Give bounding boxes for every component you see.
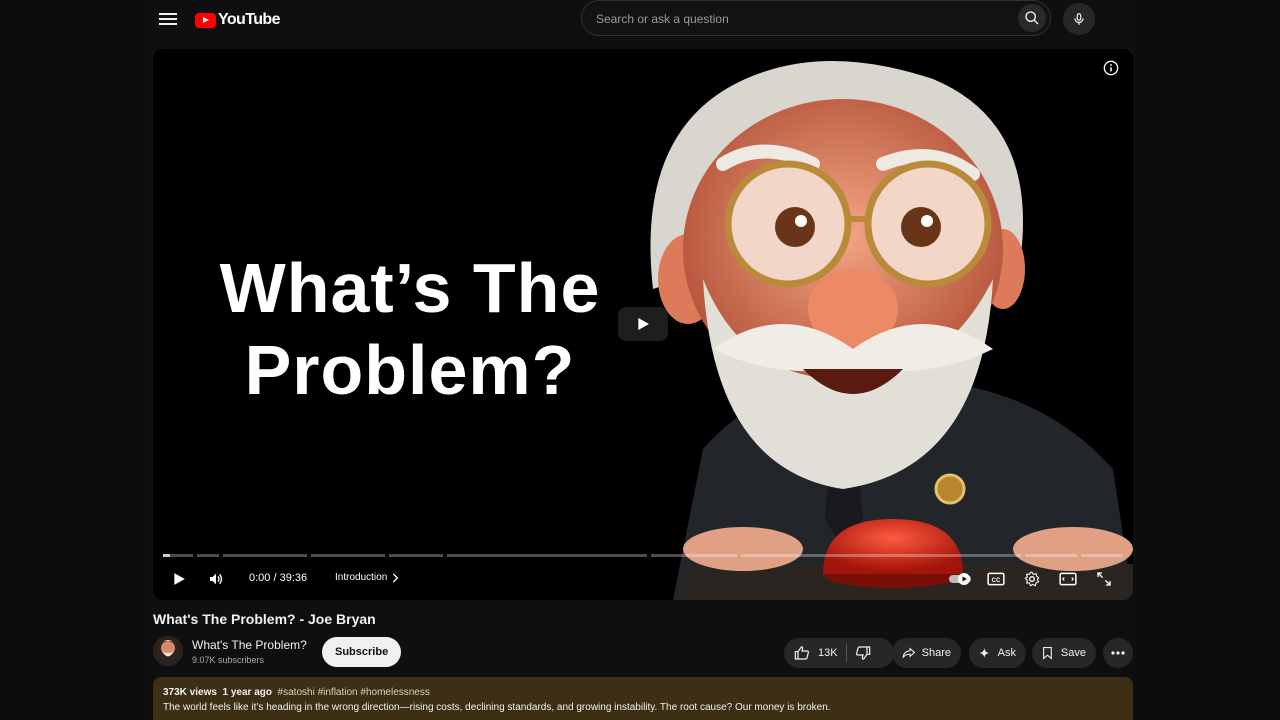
theater-mode-icon <box>1059 572 1077 586</box>
share-icon <box>902 647 916 658</box>
chapter-segment <box>447 554 647 557</box>
search-icon <box>1025 11 1039 25</box>
more-actions-button[interactable] <box>1103 638 1133 668</box>
gear-icon <box>1024 571 1040 587</box>
hashtag-link[interactable]: #homelessness <box>360 687 429 698</box>
sparkle-icon <box>979 648 990 658</box>
share-button[interactable]: Share <box>892 638 961 668</box>
video-player[interactable]: What’s The Problem? 0:00 / 39:36 Introdu… <box>153 49 1133 600</box>
fullscreen-button[interactable] <box>1093 568 1115 590</box>
chevron-right-icon <box>393 573 399 582</box>
left-margin <box>0 0 143 720</box>
upload-age: 1 year ago <box>222 687 272 698</box>
play-button[interactable] <box>169 568 189 590</box>
ask-button[interactable]: Ask <box>969 638 1026 668</box>
volume-button[interactable] <box>205 568 227 590</box>
time-display: 0:00 / 39:36 <box>249 572 308 584</box>
youtube-logo[interactable]: YouTube <box>195 10 280 30</box>
subscriber-count: 9.07K subscribers <box>192 655 265 665</box>
progress-played <box>163 554 170 557</box>
channel-name[interactable]: What's The Problem? <box>192 638 307 652</box>
subscribe-button[interactable]: Subscribe <box>322 637 402 667</box>
video-title: What's The Problem? - Joe Bryan <box>153 611 376 627</box>
view-count: 373K views <box>163 687 217 698</box>
more-horizontal-icon <box>1111 651 1125 655</box>
like-divider <box>845 644 847 662</box>
search-button[interactable] <box>1018 4 1046 32</box>
progress-bar[interactable] <box>163 554 1123 557</box>
voice-search-button[interactable] <box>1063 3 1095 35</box>
youtube-play-icon <box>195 12 216 28</box>
like-count: 13K <box>818 647 838 659</box>
player-controls: 0:00 / 39:36 Introduction CC <box>153 564 1133 594</box>
avatar-image <box>153 636 183 666</box>
chapter-segment <box>741 554 1021 557</box>
save-label: Save <box>1060 647 1086 659</box>
chapter-title: Introduction <box>335 572 388 583</box>
microphone-icon <box>1074 13 1084 25</box>
chapter-segment <box>651 554 737 557</box>
hashtag-link[interactable]: #satoshi <box>278 687 315 698</box>
like-button[interactable]: 13K <box>794 645 838 661</box>
ask-label: Ask <box>997 647 1016 659</box>
dislike-button[interactable] <box>855 645 871 661</box>
thumbnail-title: What’s The Problem? <box>175 247 645 411</box>
large-play-button[interactable] <box>618 307 668 341</box>
play-icon <box>174 573 185 585</box>
info-icon <box>1103 60 1119 76</box>
closed-captions-icon: CC <box>987 572 1005 586</box>
chapter-segment <box>1081 554 1123 557</box>
fullscreen-icon <box>1097 572 1111 586</box>
description-text: The world feels like it’s heading in the… <box>163 702 831 713</box>
volume-icon <box>210 573 223 585</box>
subtitles-button[interactable]: CC <box>985 568 1007 590</box>
settings-button[interactable] <box>1021 568 1043 590</box>
hashtag-link[interactable]: #inflation <box>318 687 358 698</box>
description-meta: 373K views 1 year ago #satoshi #inflatio… <box>163 687 430 698</box>
logo-text: YouTube <box>218 11 280 28</box>
thumbnail-title-line1: What’s The <box>219 249 601 327</box>
thumbs-down-icon <box>855 646 870 660</box>
description-box[interactable]: 373K views 1 year ago #satoshi #inflatio… <box>153 677 1133 720</box>
chapter-button[interactable]: Introduction <box>335 572 399 583</box>
search-input[interactable] <box>594 9 998 29</box>
bookmark-icon <box>1043 646 1052 660</box>
thumbnail-title-line2: Problem? <box>244 331 576 409</box>
chapter-segment <box>1025 554 1077 557</box>
svg-text:CC: CC <box>992 578 1001 584</box>
autoplay-toggle-icon <box>949 573 971 585</box>
like-dislike-group: 13K <box>784 638 894 668</box>
share-label: Share <box>921 647 951 659</box>
chapter-segment <box>311 554 385 557</box>
chapter-segment <box>389 554 443 557</box>
masthead: YouTube <box>143 0 1137 40</box>
right-margin <box>1137 0 1280 720</box>
autoplay-toggle[interactable] <box>947 568 973 590</box>
info-button[interactable] <box>1103 60 1119 76</box>
chapter-segment <box>223 554 307 557</box>
save-button[interactable]: Save <box>1032 638 1096 668</box>
channel-avatar[interactable] <box>153 636 183 666</box>
watch-page: YouTube Search or ask a question What’s … <box>143 0 1137 720</box>
thumbs-up-icon <box>794 646 809 660</box>
chapter-segment <box>197 554 219 557</box>
play-icon <box>638 318 649 330</box>
search-box <box>581 0 1051 36</box>
menu-icon[interactable] <box>159 10 177 28</box>
theater-mode-button[interactable] <box>1057 568 1079 590</box>
